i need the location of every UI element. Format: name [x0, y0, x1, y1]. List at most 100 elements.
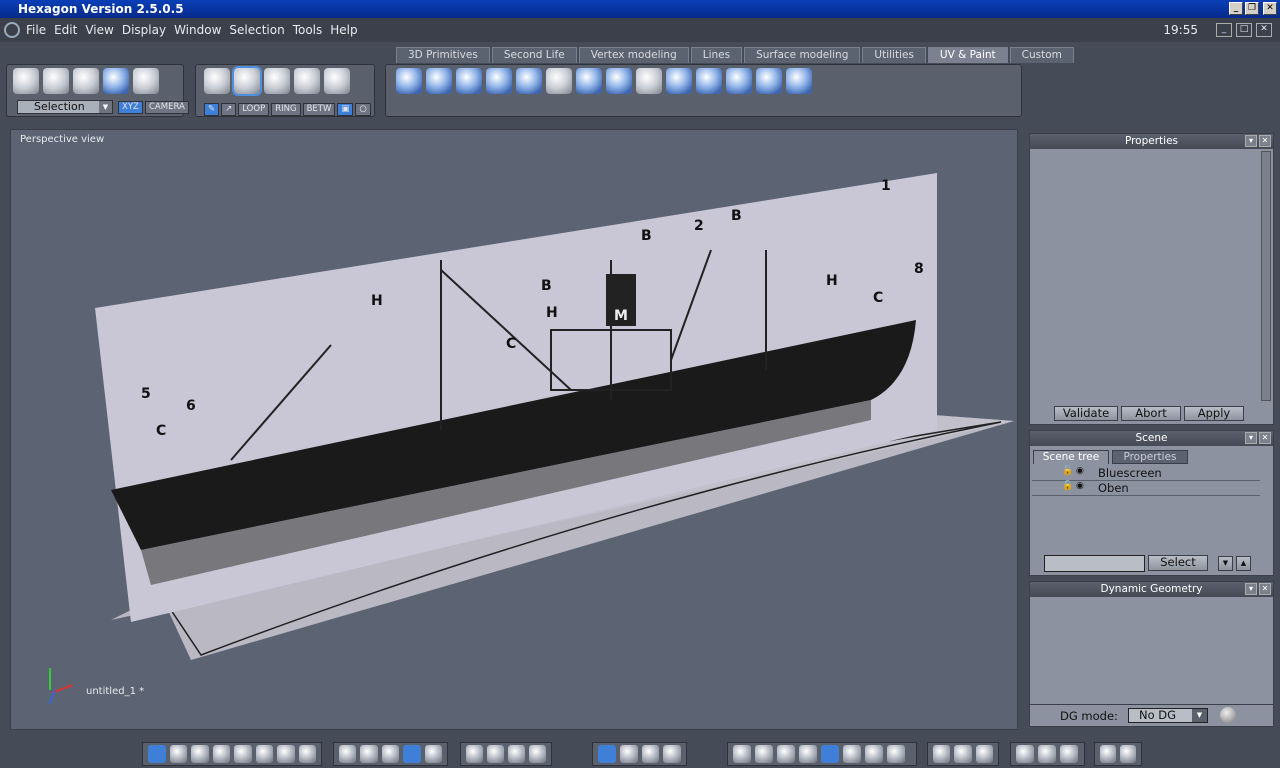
auto-cube-icon[interactable] [324, 68, 350, 94]
pin-icon[interactable] [636, 68, 662, 94]
pelt-icon[interactable] [696, 68, 722, 94]
three-view-icon[interactable] [191, 745, 209, 763]
sphere-uv-icon[interactable] [396, 68, 422, 94]
menu-edit[interactable]: Edit [54, 23, 77, 37]
eye-icon[interactable]: ◉ [1076, 481, 1084, 491]
box-uv-icon[interactable] [486, 68, 512, 94]
validate-button[interactable]: Validate [1054, 406, 1118, 421]
texture-icon[interactable] [954, 745, 972, 763]
paint-select-icon[interactable] [73, 68, 99, 94]
properties-scrollbar[interactable] [1261, 151, 1271, 401]
lasso-icon[interactable] [43, 68, 69, 94]
menu-selection[interactable]: Selection [229, 23, 284, 37]
eye-icon[interactable] [529, 745, 546, 763]
flat-wire-icon[interactable] [799, 745, 817, 763]
perspective-viewport[interactable]: Perspective view HBBBHCHCC56218M untitle… [10, 129, 1018, 730]
brush-icon[interactable]: ✎ [204, 103, 220, 116]
scene-item[interactable]: 🔓 ◉ Oben [1032, 481, 1260, 496]
doc-minimize-button[interactable]: _ [1216, 23, 1232, 37]
globe-uv-icon[interactable] [516, 68, 542, 94]
close-icon[interactable]: ✕ [1259, 135, 1271, 147]
edge-cube-icon[interactable] [264, 68, 290, 94]
layout-6-icon[interactable] [255, 745, 273, 763]
lock-icon[interactable]: 🔓 [1062, 481, 1073, 491]
pan-icon[interactable] [487, 745, 504, 763]
light-icon[interactable] [1100, 745, 1116, 763]
selection-mode-dropdown[interactable]: Selection ▼ [17, 100, 113, 114]
tab-surface-modeling[interactable]: Surface modeling [744, 47, 861, 63]
lock-icon[interactable]: 🔓 [1062, 466, 1073, 476]
camera-button[interactable]: CAMERA [145, 101, 189, 114]
cylinder-uv-icon[interactable] [426, 68, 452, 94]
menu-display[interactable]: Display [122, 23, 166, 37]
magnet-icon[interactable] [103, 68, 129, 94]
menu-file[interactable]: File [26, 23, 46, 37]
planar-uv-icon[interactable] [456, 68, 482, 94]
unfold-icon[interactable] [606, 68, 632, 94]
layout-5-icon[interactable] [234, 745, 252, 763]
minimize-button[interactable]: _ [1229, 2, 1243, 15]
grid-green-icon[interactable] [424, 745, 443, 763]
zoom-icon[interactable] [508, 745, 525, 763]
arrow-up-icon[interactable]: ▲ [1236, 556, 1251, 571]
tab-3d-primitives[interactable]: 3D Primitives [396, 47, 490, 63]
smooth-shade-icon[interactable] [821, 745, 839, 763]
stitch-icon[interactable] [756, 68, 782, 94]
vertex-cube-icon[interactable] [294, 68, 320, 94]
collapse-icon[interactable]: ▾ [1245, 583, 1257, 595]
close-button[interactable]: ✕ [1263, 2, 1277, 15]
rect-select-icon[interactable]: ▣ [337, 103, 354, 116]
horizontal-split-icon[interactable] [277, 745, 295, 763]
universal-manipulator-icon[interactable] [598, 745, 616, 763]
menu-view[interactable]: View [85, 23, 113, 37]
scale-icon[interactable] [663, 745, 681, 763]
arrow-down-icon[interactable]: ▼ [1218, 556, 1233, 571]
paint-icon[interactable] [726, 68, 752, 94]
rotate-icon[interactable] [641, 745, 660, 763]
tab-lines[interactable]: Lines [690, 47, 743, 63]
book-icon[interactable] [1060, 745, 1078, 763]
object-cube-icon[interactable] [204, 68, 230, 94]
tab-uv-paint[interactable]: UV & Paint [927, 47, 1008, 63]
wireframe-icon[interactable] [733, 745, 751, 763]
menu-help[interactable]: Help [330, 23, 357, 37]
wireframe-hidden-icon[interactable] [755, 745, 773, 763]
flat-shade-icon[interactable] [777, 745, 795, 763]
collapse-icon[interactable]: ▾ [1245, 432, 1257, 444]
eye-icon[interactable]: ◉ [1076, 466, 1084, 476]
weld-uv-icon[interactable] [786, 68, 812, 94]
move-icon[interactable] [619, 745, 638, 763]
tab-vertex-modeling[interactable]: Vertex modeling [578, 47, 689, 63]
box-icon[interactable] [1038, 745, 1056, 763]
zoom-extents-icon[interactable] [466, 745, 483, 763]
dg-mode-dropdown[interactable]: No DG ▼ [1128, 708, 1208, 723]
gray-shade-icon[interactable] [865, 745, 883, 763]
tab-custom[interactable]: Custom [1009, 47, 1074, 63]
tab-scene-properties[interactable]: Properties [1112, 450, 1188, 464]
restore-button[interactable]: ❐ [1245, 2, 1259, 15]
grid-active-icon[interactable] [403, 745, 421, 763]
select-arrow-icon[interactable] [13, 68, 39, 94]
grid-red-icon[interactable] [381, 745, 400, 763]
ghost-icon[interactable] [133, 68, 159, 94]
doc-close-button[interactable]: ✕ [1256, 23, 1272, 37]
head-uv-icon[interactable] [546, 68, 572, 94]
loop-button[interactable]: LOOP [238, 103, 270, 116]
select-button[interactable]: Select [1148, 555, 1208, 571]
ring-button[interactable]: RING [271, 103, 301, 116]
face-cube-icon[interactable] [232, 66, 262, 96]
abort-button[interactable]: Abort [1121, 406, 1181, 421]
white-shade-icon[interactable] [887, 745, 905, 763]
shadow-icon[interactable] [1016, 745, 1034, 763]
tab-scene-tree[interactable]: Scene tree [1033, 450, 1109, 464]
circle-select-icon[interactable]: ○ [355, 103, 371, 116]
tab-second-life[interactable]: Second Life [491, 47, 577, 63]
multi-material-icon[interactable] [975, 745, 993, 763]
grid-icon[interactable] [339, 745, 357, 763]
smooth-wire-icon[interactable] [843, 745, 861, 763]
close-icon[interactable]: ✕ [1259, 583, 1271, 595]
betw-button[interactable]: BETW [302, 103, 336, 116]
menu-tools[interactable]: Tools [293, 23, 323, 37]
scene-search-input[interactable] [1044, 555, 1145, 572]
apply-button[interactable]: Apply [1184, 406, 1244, 421]
